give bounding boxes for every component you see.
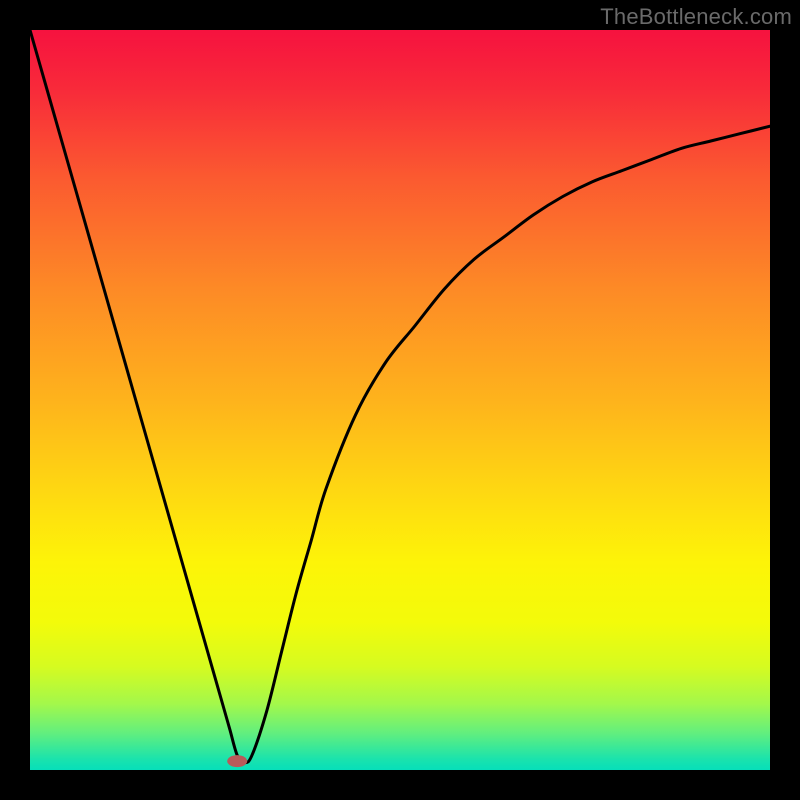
chart-frame: TheBottleneck.com	[0, 0, 800, 800]
watermark-text: TheBottleneck.com	[600, 4, 792, 30]
chart-svg	[30, 30, 770, 770]
gradient-background	[30, 30, 770, 770]
optimal-marker	[227, 755, 247, 767]
plot-area	[30, 30, 770, 770]
